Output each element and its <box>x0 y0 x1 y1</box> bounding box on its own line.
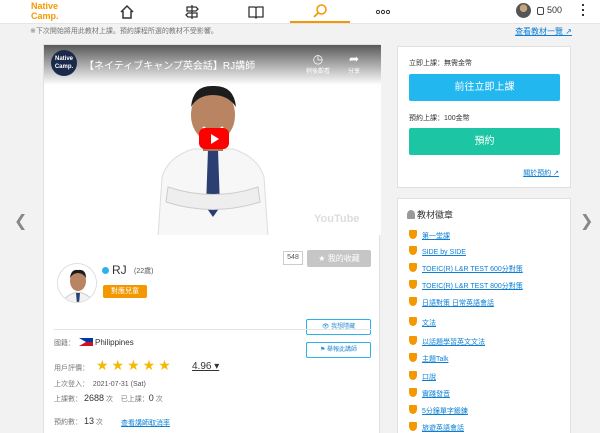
home-icon <box>120 4 134 19</box>
material-badge-item[interactable]: 文法 <box>409 317 436 330</box>
nav-search[interactable] <box>290 0 350 23</box>
country-row: 國籍： Philippines <box>54 338 134 347</box>
medal-icon <box>409 230 417 239</box>
instant-lesson-label: 立即上課：無需金幣 <box>409 60 472 67</box>
badge-icon <box>407 210 415 219</box>
tutor-card: Native Camp. 【ネイティブキャンプ英会話】RJ講師 ◷ 稍後觀看 ➦… <box>43 44 381 433</box>
prev-arrow-icon[interactable]: ❮ <box>14 211 27 231</box>
tutor-profile: 548 ★ 我的收藏 RJ (22歲) 對應兒童 👁 我想隱藏 ⚑ 舉報此講師 <box>44 241 381 358</box>
medal-icon <box>409 280 417 289</box>
rating-label: 用戶評價： <box>54 365 89 372</box>
tutor-video-image <box>157 85 269 235</box>
favorite-count: 548 <box>283 251 303 265</box>
material-badge-item[interactable]: SIDE by SIDE <box>409 246 466 259</box>
material-badge-item[interactable]: 第一堂課 <box>409 230 450 243</box>
hide-tutor-button[interactable]: 👁 我想隱藏 <box>306 319 371 335</box>
material-badge-item[interactable]: 旅遊英語會話 <box>409 422 464 433</box>
nav-course[interactable] <box>162 0 222 23</box>
coin-icon <box>537 7 544 15</box>
native-camp-logo[interactable]: Native Camp. <box>31 1 59 21</box>
video-title[interactable]: 【ネイティブキャンプ英会話】RJ講師 <box>84 57 255 72</box>
top-nav: Native Camp. 500 <box>0 0 600 24</box>
youtube-watermark[interactable]: YouTube <box>314 213 359 225</box>
medal-icon <box>409 317 417 326</box>
last-login-row: 上次登入： 2021-07-31 (Sat) <box>54 381 146 388</box>
share-button[interactable]: ➦ 分享 <box>336 52 372 75</box>
material-badge-item[interactable]: TOEIC(R) L&R TEST 600分對策 <box>409 263 523 276</box>
rating-stars-icon: ★★★★★ <box>96 357 174 373</box>
tutor-age: (22歲) <box>134 268 154 275</box>
watch-later-button[interactable]: ◷ 稍後觀看 <box>300 52 336 75</box>
nav-materials[interactable] <box>226 0 286 23</box>
bookings-row: 預約數： 13 次 <box>54 416 103 426</box>
channel-logo[interactable]: Native Camp. <box>51 50 77 76</box>
signpost-icon <box>185 4 199 19</box>
medal-icon <box>409 246 417 255</box>
online-status-dot <box>102 267 109 274</box>
tutor-avatar <box>57 263 97 303</box>
medal-icon <box>409 297 417 306</box>
coin-count: 500 <box>547 5 563 15</box>
rating-value[interactable]: 4.96 ▾ <box>192 361 219 372</box>
favorite-button[interactable]: ★ 我的收藏 <box>307 250 371 267</box>
clock-icon: ◷ <box>312 52 324 66</box>
report-tutor-button[interactable]: ⚑ 舉報此講師 <box>306 342 371 358</box>
cancel-rate-link[interactable]: 查看講師取消率 <box>121 418 170 428</box>
play-button[interactable] <box>199 128 229 149</box>
material-badge-item[interactable]: TOEIC(R) L&R TEST 800分對策 <box>409 280 523 293</box>
user-avatar[interactable] <box>516 3 531 18</box>
medal-icon <box>409 371 417 380</box>
more-icon <box>375 9 391 14</box>
tutor-name: RJ <box>112 263 127 277</box>
medal-icon <box>409 263 417 272</box>
kids-badge: 對應兒童 <box>103 285 147 298</box>
material-badge-item[interactable]: 主題Talk <box>409 353 448 366</box>
menu-icon[interactable] <box>582 4 584 17</box>
lessons-row: 上課數： 2688 次 已上課：0 次 <box>54 393 163 403</box>
nav-more[interactable] <box>353 0 413 23</box>
medal-icon <box>409 353 417 362</box>
next-arrow-icon[interactable]: ❯ <box>580 211 593 231</box>
instant-lesson-button[interactable]: 前往立即上課 <box>409 74 560 101</box>
medal-icon <box>409 336 417 345</box>
nav-home[interactable] <box>97 0 157 23</box>
search-icon <box>313 3 327 18</box>
medal-icon <box>409 405 417 414</box>
philippines-flag-icon <box>79 338 93 346</box>
reserve-lesson-button[interactable]: 預約 <box>409 128 560 155</box>
medal-icon <box>409 422 417 431</box>
book-icon <box>248 5 264 19</box>
material-badges-title: 教材徽章 <box>407 208 453 221</box>
material-badge-item[interactable]: 5分鐘單字鍛鍊 <box>409 405 468 418</box>
medal-icon <box>409 388 417 397</box>
material-badge-item[interactable]: 口說 <box>409 371 436 384</box>
see-materials-link[interactable]: 查看教材一覽 ↗ <box>515 26 572 37</box>
material-badge-item[interactable]: 以話題學習英文文法 <box>409 336 485 349</box>
about-booking-link[interactable]: 關於預約 ↗ <box>523 168 559 178</box>
material-badge-item[interactable]: 實踐發音 <box>409 388 450 401</box>
material-notice: ※下次開始將用此教材上課。預約課程所選的教材不受影響。 <box>30 28 218 35</box>
reserve-lesson-label: 預約上課：100金幣 <box>409 115 470 122</box>
share-icon: ➦ <box>348 52 360 66</box>
divider <box>54 329 371 330</box>
booking-card: 立即上課：無需金幣 前往立即上課 預約上課：100金幣 預約 關於預約 ↗ <box>397 46 571 188</box>
intro-video[interactable]: Native Camp. 【ネイティブキャンプ英会話】RJ講師 ◷ 稍後觀看 ➦… <box>44 45 381 235</box>
material-badges-card: 教材徽章 第一堂課 SIDE by SIDE TOEIC(R) L&R TEST… <box>397 198 571 433</box>
material-badge-item[interactable]: 日語對策 日常英語會話 <box>409 297 494 310</box>
